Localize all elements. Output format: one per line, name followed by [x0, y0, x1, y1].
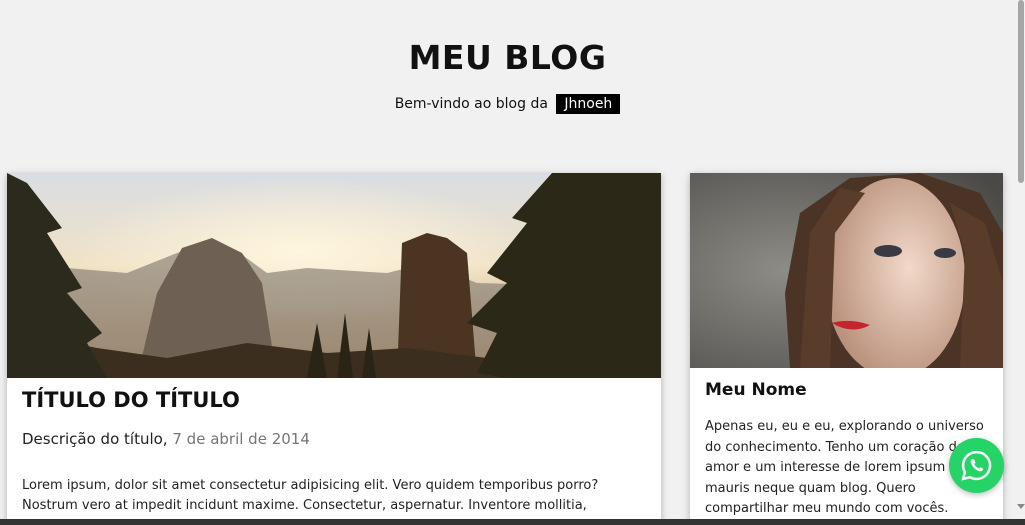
- scrollbar-thumb[interactable]: [1018, 0, 1024, 183]
- post-date: 7 de abril de 2014: [172, 430, 310, 448]
- portrait-photo: [690, 173, 1003, 368]
- blog-title: MEU BLOG: [408, 38, 607, 77]
- post-body: Lorem ipsum, dolor sit amet consectetur …: [22, 478, 599, 525]
- welcome-text: Bem-vindo ao blog da: [394, 96, 548, 112]
- author-badge: Jhnoeh: [556, 94, 621, 114]
- profile-bio: Apenas eu, eu e eu, explorando o univers…: [705, 419, 984, 516]
- post-description-text: Descrição do título,: [22, 430, 168, 448]
- whatsapp-button[interactable]: [949, 438, 1004, 493]
- post-title: TÍTULO DO TÍTULO: [22, 388, 240, 412]
- post-image: [7, 173, 661, 378]
- blog-page: MEU BLOG Bem-vindo ao blog da Jhnoeh TÍT…: [0, 0, 1025, 525]
- welcome-line: Bem-vindo ao blog da Jhnoeh: [0, 94, 1015, 114]
- scrollbar[interactable]: [1015, 0, 1025, 525]
- post-card: TÍTULO DO TÍTULO Descrição do título, 7 …: [7, 173, 661, 525]
- bottom-strip: [0, 519, 1025, 525]
- post-description: Descrição do título, 7 de abril de 2014: [22, 430, 310, 448]
- landscape-photo: [7, 173, 661, 378]
- scroll-down-arrow-icon[interactable]: [1017, 504, 1025, 509]
- profile-name: Meu Nome: [705, 380, 807, 400]
- whatsapp-icon: [961, 450, 992, 481]
- profile-image: [690, 173, 1003, 368]
